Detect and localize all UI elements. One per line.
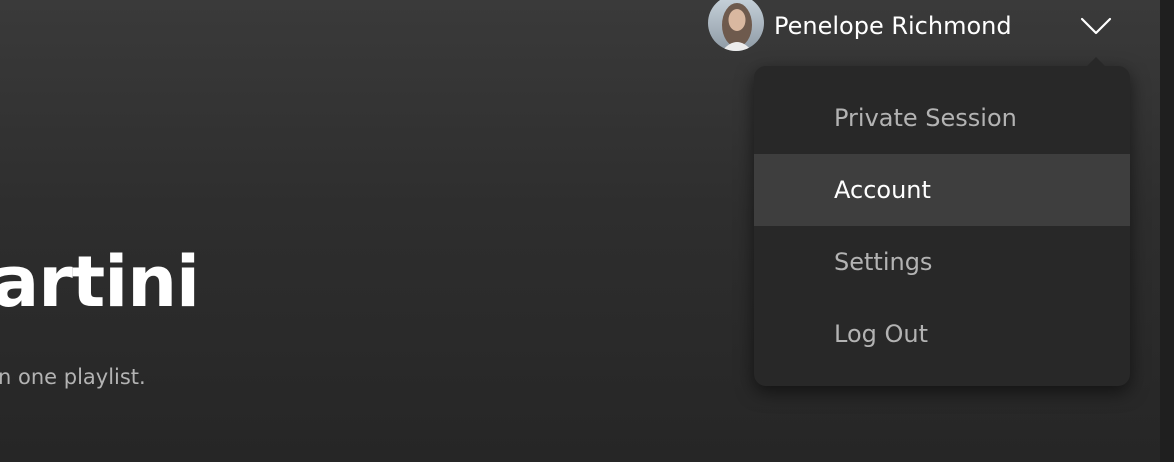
playlist-description: n one playlist. bbox=[0, 365, 146, 389]
menu-item-log-out[interactable]: Log Out bbox=[754, 298, 1130, 370]
menu-item-account[interactable]: Account bbox=[754, 154, 1130, 226]
menu-list: Private Session Account Settings Log Out bbox=[754, 66, 1130, 370]
dropdown-caret bbox=[1086, 57, 1106, 67]
user-name[interactable]: Penelope Richmond bbox=[774, 12, 1012, 40]
chevron-down-icon[interactable] bbox=[1080, 14, 1112, 38]
scrollbar-track[interactable] bbox=[1160, 0, 1174, 462]
user-avatar-icon bbox=[708, 0, 764, 51]
menu-item-settings[interactable]: Settings bbox=[754, 226, 1130, 298]
user-menu-button[interactable]: Penelope Richmond bbox=[708, 0, 1118, 52]
playlist-title: artini bbox=[0, 241, 200, 323]
avatar[interactable] bbox=[708, 0, 764, 51]
user-dropdown-menu: Private Session Account Settings Log Out bbox=[754, 57, 1130, 386]
menu-item-private-session[interactable]: Private Session bbox=[754, 82, 1130, 154]
